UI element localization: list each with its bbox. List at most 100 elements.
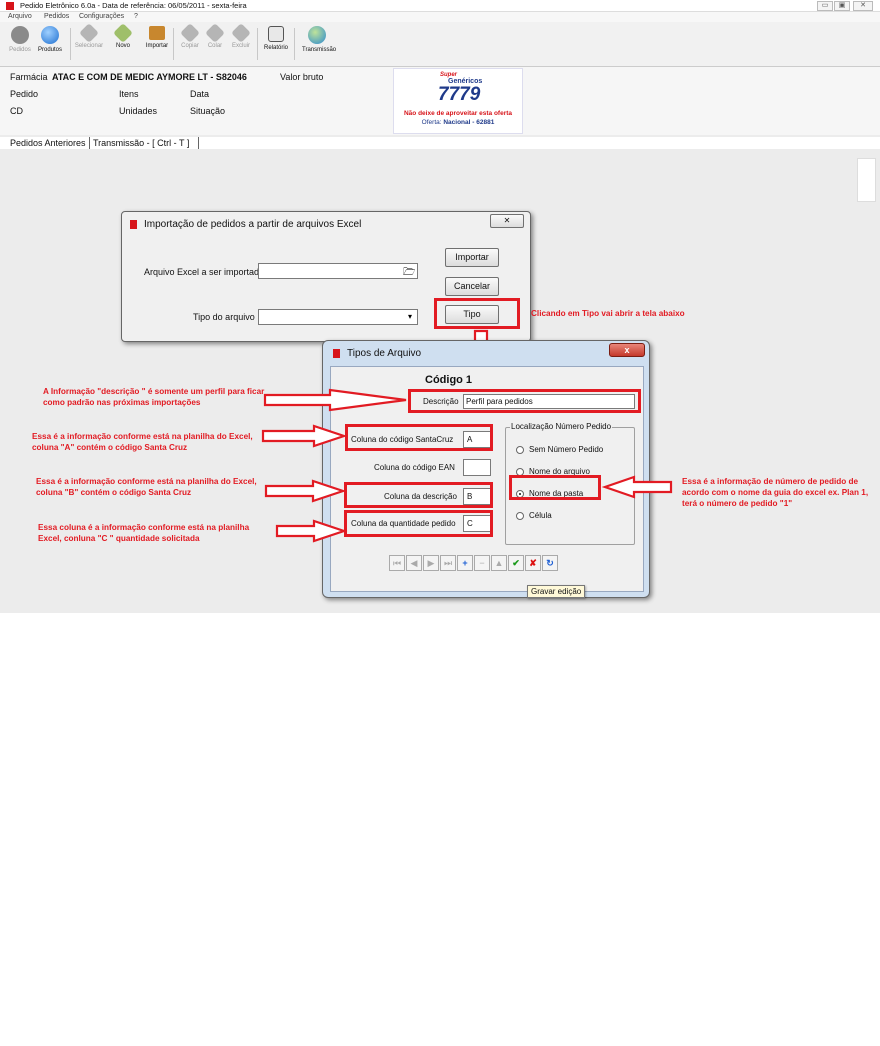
import-close-button[interactable]: ✕ <box>490 214 524 228</box>
toolbar-separator <box>294 28 295 60</box>
window-title: Pedido Eletrônico 6.0a - Data de referên… <box>20 1 247 10</box>
selecionar-icon <box>79 23 99 43</box>
first-record-icon[interactable]: ⏮ <box>389 555 405 571</box>
transmissao-button[interactable]: Transmissão <box>302 24 336 64</box>
selecionar-button[interactable]: Selecionar <box>74 23 104 64</box>
menu-help[interactable]: ? <box>134 13 138 20</box>
edit-record-icon[interactable]: ▲ <box>491 555 507 571</box>
tab-pedidos-anteriores[interactable]: Pedidos Anteriores <box>10 138 86 148</box>
localizacao-title: Localização Número Pedido <box>510 422 613 431</box>
relatorio-button[interactable]: Relatório <box>261 24 291 64</box>
situacao-label: Situação <box>190 106 226 116</box>
farmacia-label: Farmácia <box>10 72 48 82</box>
close-window-button[interactable]: ✕ <box>853 1 873 11</box>
tooltip: Gravar edição <box>527 585 586 598</box>
produtos-button[interactable]: Produtos <box>35 24 65 64</box>
importar-icon <box>149 26 165 40</box>
radio-icon <box>516 445 524 454</box>
app-logo-icon <box>6 2 14 10</box>
title-bar: Pedido Eletrônico 6.0a - Data de referên… <box>0 0 880 12</box>
excluir-button[interactable]: Excluir <box>226 23 256 64</box>
post-record-icon[interactable]: ✔ <box>508 555 524 571</box>
banner-line1: Não deixe de aproveitar esta oferta <box>403 110 512 117</box>
menu-pedidos[interactable]: Pedidos <box>44 13 69 20</box>
tipos-dialog-title: Tipos de Arquivo <box>347 348 422 359</box>
minimize-button[interactable]: ▭ <box>817 1 833 11</box>
chevron-down-icon[interactable]: ▾ <box>405 312 415 322</box>
annotation-nome-pasta: Essa é a informação de número de pedido … <box>682 477 869 508</box>
banner-line2: Oferta: Nacional - 62881 <box>421 119 495 126</box>
highlight-tipo <box>434 298 520 329</box>
radio-icon <box>516 511 524 520</box>
colar-icon <box>205 23 225 43</box>
tipos-close-button[interactable]: x <box>609 343 645 357</box>
right-arrow-icon <box>275 519 348 543</box>
pedidos-button[interactable]: Pedidos <box>5 24 35 64</box>
prior-record-icon[interactable]: ◀ <box>406 555 422 571</box>
valor-bruto-label: Valor bruto <box>280 72 324 82</box>
toolbar: Pedidos Produtos Selecionar Novo Importa… <box>0 22 880 67</box>
highlight-nome-pasta <box>509 475 601 500</box>
codigo-label: Código 1 <box>425 374 473 386</box>
importar-button[interactable]: Importar <box>142 24 172 64</box>
last-record-icon[interactable]: ⏭ <box>440 555 456 571</box>
next-record-icon[interactable]: ▶ <box>423 555 439 571</box>
transmissao-icon <box>308 26 326 44</box>
right-arrow-icon <box>264 479 347 503</box>
copiar-icon <box>180 23 200 43</box>
tab-divider <box>89 137 90 149</box>
menu-arquivo[interactable]: Arquivo <box>8 13 32 20</box>
arquivo-input[interactable]: 🗁 <box>258 263 418 279</box>
right-arrow-icon <box>261 424 348 448</box>
tab-transmissao[interactable]: Transmissão - [ Ctrl - T ] <box>93 138 189 148</box>
app-window: Pedido Eletrônico 6.0a - Data de referên… <box>0 0 880 613</box>
cd-label: CD <box>10 106 23 116</box>
importar-button-dialog[interactable]: Importar <box>445 248 499 267</box>
tipos-dialog: Tipos de Arquivo x Código 1 Descrição Pe… <box>322 340 650 598</box>
delete-record-icon[interactable]: − <box>474 555 490 571</box>
col-ean-label: Coluna do código EAN <box>374 463 455 472</box>
novo-icon <box>113 23 133 43</box>
insert-record-icon[interactable]: + <box>457 555 473 571</box>
menu-configuracoes[interactable]: Configurações <box>79 13 124 20</box>
itens-label: Itens <box>119 89 139 99</box>
highlight-descricao-col <box>344 482 493 508</box>
scrollbar-thumb[interactable] <box>857 158 876 202</box>
record-navigator: ⏮ ◀ ▶ ⏭ + − ▲ ✔ ✘ ↻ <box>389 555 579 573</box>
annotation-tipo: Clicando em Tipo vai abrir a tela abaixo <box>531 309 685 318</box>
novo-button[interactable]: Novo <box>108 23 138 64</box>
tab-divider <box>198 137 199 149</box>
right-arrow-icon <box>263 388 407 412</box>
banner-number: 7779 <box>438 84 481 105</box>
highlight-quantidade <box>344 510 493 537</box>
refresh-record-icon[interactable]: ↻ <box>542 555 558 571</box>
pedidos-icon <box>11 26 29 44</box>
cancelar-button[interactable]: Cancelar <box>445 277 499 296</box>
left-arrow-icon <box>601 475 673 499</box>
unidades-label: Unidades <box>119 106 158 116</box>
produtos-icon <box>41 26 59 44</box>
option-celula[interactable]: Célula <box>516 511 552 520</box>
option-sem-numero[interactable]: Sem Número Pedido <box>516 445 603 454</box>
highlight-descricao <box>408 389 641 413</box>
folder-open-icon[interactable]: 🗁 <box>403 265 415 282</box>
toolbar-separator <box>257 28 258 60</box>
cancel-record-icon[interactable]: ✘ <box>525 555 541 571</box>
menu-bar: Arquivo Pedidos Configurações ? <box>0 12 880 22</box>
arquivo-label: Arquivo Excel a ser importado <box>144 267 265 277</box>
pedido-label: Pedido <box>10 89 39 99</box>
annotation-quantidade: Essa coluna é a informação conforme está… <box>38 523 250 543</box>
dialog-logo-icon <box>130 220 137 229</box>
tipo-arquivo-select[interactable]: ▾ <box>258 309 418 325</box>
maximize-button[interactable]: ▣ <box>834 1 850 11</box>
import-dialog-title: Importação de pedidos a partir de arquiv… <box>144 219 362 230</box>
toolbar-separator <box>70 28 71 60</box>
annotation-santacruz: Essa é a informação conforme está na pla… <box>32 432 253 452</box>
promo-banner[interactable]: Super Genéricos 7779 Não deixe de aprove… <box>393 68 523 134</box>
col-ean-input[interactable] <box>463 459 491 476</box>
dialog-logo-icon <box>333 349 340 358</box>
annotation-descricao-col: Essa é a informação conforme está na pla… <box>36 477 257 497</box>
annotation-descricao: A Informação "descrição " é somente um p… <box>43 387 265 407</box>
toolbar-separator <box>173 28 174 60</box>
excluir-icon <box>231 23 251 43</box>
